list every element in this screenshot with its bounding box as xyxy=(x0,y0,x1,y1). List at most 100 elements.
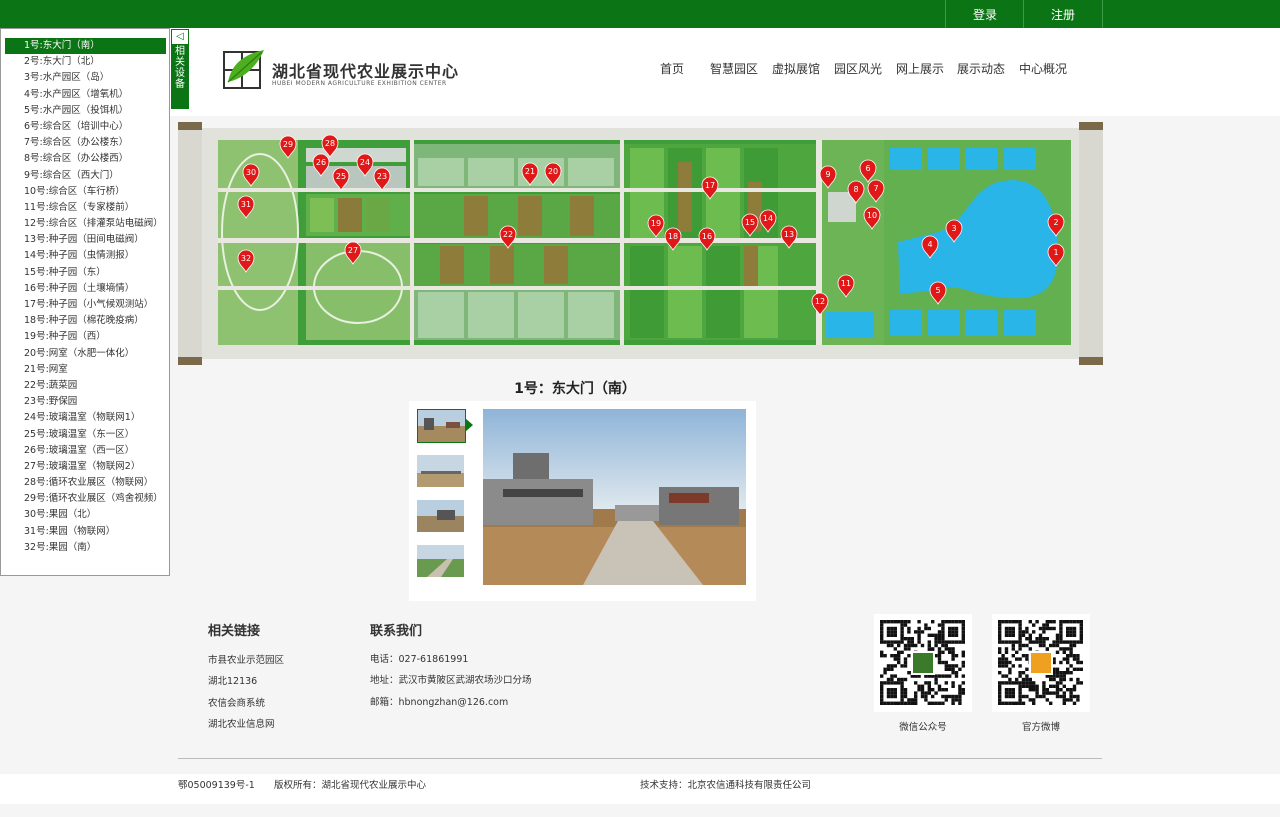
photo-thumbnail[interactable] xyxy=(417,409,466,443)
site-list-item[interactable]: 5号:水产园区（投饵机） xyxy=(5,103,166,119)
map-marker-label: 18 xyxy=(668,232,678,241)
related-devices-tab[interactable]: ◁ 相关设备 xyxy=(171,29,189,109)
link-consult-system[interactable]: 农信会商系统 xyxy=(208,695,265,709)
map-marker-label: 14 xyxy=(763,214,773,223)
site-list-item[interactable]: 26号:玻璃温室（西一区） xyxy=(5,443,166,459)
map-marker-label: 23 xyxy=(377,172,387,181)
map-marker-label: 30 xyxy=(246,168,256,177)
leaf-logo-icon xyxy=(223,50,264,89)
site-list-item[interactable]: 8号:综合区（办公楼西） xyxy=(5,151,166,167)
map-marker-label: 21 xyxy=(525,167,535,176)
site-list-item[interactable]: 18号:种子园（棉花晚疫病） xyxy=(5,313,166,329)
map-marker-label: 7 xyxy=(873,184,878,193)
nav-about[interactable]: 中心概况 xyxy=(1019,60,1067,77)
photo-gallery xyxy=(409,401,756,601)
photo-thumbnail[interactable] xyxy=(417,545,464,577)
site-list-item[interactable]: 28号:循环农业展区（物联网） xyxy=(5,475,166,491)
collapse-arrow-icon[interactable]: ◁ xyxy=(172,30,188,44)
site-list-item[interactable]: 29号:循环农业展区（鸡舍视频） xyxy=(5,491,166,507)
nav-online-display[interactable]: 网上展示 xyxy=(896,60,944,77)
map-marker-label: 3 xyxy=(951,224,956,233)
map-marker-label: 19 xyxy=(651,219,661,228)
copyright: 版权所有：湖北省现代农业展示中心 xyxy=(274,780,427,791)
site-list-item[interactable]: 9号:综合区（西大门） xyxy=(5,168,166,184)
nav-smart-park[interactable]: 智慧园区 xyxy=(710,60,758,77)
site-list-item[interactable]: 14号:种子园（虫情测报） xyxy=(5,248,166,264)
register-link[interactable]: 注册 xyxy=(1023,0,1103,28)
site-logo[interactable]: 湖北省现代农业展示中心 HUBEI MODERN AGRICULTURE EXH… xyxy=(222,48,472,94)
site-list-item[interactable]: 1号:东大门（南） xyxy=(5,38,166,55)
link-hubei-12136[interactable]: 湖北12136 xyxy=(208,673,257,687)
site-list-item[interactable]: 17号:种子园（小气候观测站） xyxy=(5,297,166,313)
map-marker-label: 31 xyxy=(241,200,251,209)
photo-thumbnail[interactable] xyxy=(417,455,464,487)
site-list-item[interactable]: 6号:综合区（培训中心） xyxy=(5,119,166,135)
map-marker-label: 27 xyxy=(348,246,358,255)
scroll-right-rod xyxy=(1079,122,1103,365)
map-marker-label: 28 xyxy=(325,139,335,148)
site-list-item[interactable]: 19号:种子园（西） xyxy=(5,329,166,345)
map-marker-label: 11 xyxy=(841,279,851,288)
site-list-item[interactable]: 7号:综合区（办公楼东） xyxy=(5,135,166,151)
site-list-item[interactable]: 12号:综合区（排灌泵站电磁阀） xyxy=(5,216,166,232)
map-marker-label: 10 xyxy=(867,211,877,220)
map-marker-label: 16 xyxy=(702,232,712,241)
map-marker-label: 26 xyxy=(316,158,326,167)
map-marker-label: 4 xyxy=(927,240,932,249)
related-devices-label: 相关设备 xyxy=(175,46,185,90)
map-marker-label: 9 xyxy=(825,170,830,179)
site-list-item[interactable]: 22号:蔬菜园 xyxy=(5,378,166,394)
site-list-item[interactable]: 16号:种子园（土壤墒情） xyxy=(5,281,166,297)
site-list-item[interactable]: 2号:东大门（北） xyxy=(5,54,166,70)
site-list-item[interactable]: 13号:种子园（田间电磁阀） xyxy=(5,232,166,248)
weibo-qr-label: 官方微博 xyxy=(1021,722,1060,733)
site-list-item[interactable]: 31号:果园（物联网） xyxy=(5,524,166,540)
contact-address: 地址：武汉市黄陂区武湖农场沙口分场 xyxy=(370,675,532,686)
map-marker-label: 22 xyxy=(503,230,513,239)
main-photo[interactable] xyxy=(483,409,746,585)
contact-section: 联系我们 xyxy=(370,620,422,639)
site-caption: 1号：东大门（南） xyxy=(514,381,636,397)
photo-thumbnail[interactable] xyxy=(417,500,464,532)
bottom-bar: 鄂05009139号-1 版权所有：湖北省现代农业展示中心 技术支持：北京农信通… xyxy=(0,774,1280,804)
site-list-item[interactable]: 11号:综合区（专家楼前） xyxy=(5,200,166,216)
site-list-item[interactable]: 30号:果园（北） xyxy=(5,507,166,523)
links-title: 相关链接 xyxy=(208,624,261,639)
map-marker-label: 17 xyxy=(705,181,715,190)
contact-title: 联系我们 xyxy=(370,624,423,639)
map-marker-label: 20 xyxy=(548,167,558,176)
wechat-qr-label: 微信公众号 xyxy=(899,722,947,733)
links-section: 相关链接 xyxy=(208,620,260,639)
map-marker-label: 25 xyxy=(336,172,346,181)
nav-virtual-hall[interactable]: 虚拟展馆 xyxy=(772,60,820,77)
footer-divider xyxy=(178,758,1102,759)
map-marker-label: 1 xyxy=(1053,248,1058,257)
map-marker-label: 29 xyxy=(283,140,293,149)
park-map-image: 1234567891011121314151617181920212223242… xyxy=(178,122,1103,365)
park-map: 1 2 3 4 5 6 7 8 9 10 11 12 13 14 15 16 17 18 19 20 21 22 23 24 2… xyxy=(178,122,1103,365)
map-marker-label: 8 xyxy=(853,185,858,194)
site-list-item[interactable]: 21号:网室 xyxy=(5,362,166,378)
link-demo-park[interactable]: 市县农业示范园区 xyxy=(208,652,284,666)
site-list-item[interactable]: 20号:网室（水肥一体化） xyxy=(5,346,166,362)
site-list-item[interactable]: 27号:玻璃温室（物联网2） xyxy=(5,459,166,475)
site-list-item[interactable]: 10号:综合区（车行桥） xyxy=(5,184,166,200)
site-list-item[interactable]: 4号:水产园区（增氧机） xyxy=(5,87,166,103)
site-list-item[interactable]: 32号:果园（南） xyxy=(5,540,166,556)
contact-email: 邮箱：hbnongzhan@126.com xyxy=(370,697,509,708)
site-list-item[interactable]: 3号:水产园区（岛） xyxy=(5,70,166,86)
nav-home[interactable]: 首页 xyxy=(660,60,684,77)
map-marker-label: 13 xyxy=(784,230,794,239)
weibo-qr-code xyxy=(992,614,1090,712)
header xyxy=(0,28,1280,116)
login-link[interactable]: 登录 xyxy=(945,0,1024,28)
nav-park-scenery[interactable]: 园区风光 xyxy=(834,60,882,77)
site-list-item[interactable]: 23号:野保园 xyxy=(5,394,166,410)
map-marker-label: 12 xyxy=(815,297,825,306)
site-list-item[interactable]: 25号:玻璃温室（东一区） xyxy=(5,427,166,443)
link-agri-info[interactable]: 湖北农业信息网 xyxy=(208,716,275,730)
site-list-item[interactable]: 24号:玻璃温室（物联网1） xyxy=(5,410,166,426)
nav-news[interactable]: 展示动态 xyxy=(957,60,1005,77)
map-marker-label: 6 xyxy=(865,164,870,173)
site-list-item[interactable]: 15号:种子园（东） xyxy=(5,265,166,281)
